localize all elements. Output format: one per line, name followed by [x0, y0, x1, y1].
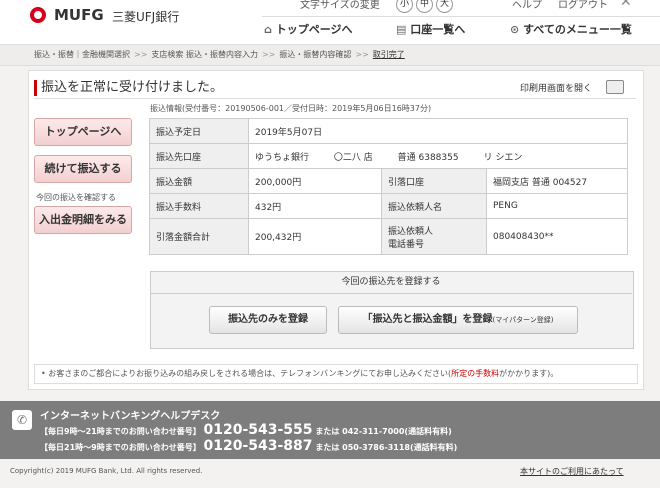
helpdesk-day-number[interactable]: 0120-543-555 — [204, 422, 313, 438]
helpdesk-row-day: 【毎日9時～21時までのお問い合わせ番号】 0120-543-555 または 0… — [40, 422, 452, 438]
requester-name-value: PENG — [486, 193, 628, 219]
notice-fee-link[interactable]: 所定の手数料 — [451, 369, 499, 378]
breadcrumb-step-2: 支店検索 振込・振替内容入力 — [151, 50, 258, 59]
requester-phone-label: 振込依頼人 電話番号 — [381, 218, 487, 255]
nav-accounts-label: 口座一覧へ — [410, 23, 466, 36]
logout-link[interactable]: ログアウト — [558, 0, 608, 11]
helpdesk-night-number[interactable]: 0120-543-887 — [204, 438, 313, 454]
register-dest-amount-label: 「振込先と振込金額」を登録 — [362, 314, 493, 325]
dest-name: リ シエン — [483, 152, 523, 163]
close-icon[interactable]: ✕ — [620, 0, 632, 10]
table-row: 引落金額合計 200,432円 振込依頼人 電話番号 080408430** — [149, 218, 628, 255]
mufg-logo-icon — [30, 7, 46, 23]
breadcrumb-step-3: 振込・振替内容確認 — [279, 50, 352, 59]
dest-bank: ゆうちょ銀行 — [255, 152, 310, 163]
dest-type: 普通 6388355 — [397, 152, 459, 163]
nav-top-label: トップページへ — [275, 23, 353, 36]
helpdesk-day-label: 【毎日9時～21時までのお問い合わせ番号】 — [40, 427, 201, 436]
phone-icon: ✆ — [12, 410, 32, 430]
register-dest-amount-button[interactable]: 「振込先と振込金額」を登録(マイパターン登録) — [338, 306, 578, 334]
top-page-button[interactable]: トップページへ — [34, 118, 132, 146]
amount-value: 200,000円 — [248, 168, 382, 194]
requester-name-label: 振込依頼人名 — [381, 193, 487, 219]
table-row: 振込予定日 2019年5月07日 — [149, 118, 628, 144]
printer-icon[interactable] — [606, 80, 624, 94]
print-link[interactable]: 印刷用画面を開く — [520, 81, 592, 94]
withdraw-account-value: 福岡支店 普通 004527 — [486, 168, 628, 194]
nav-accounts[interactable]: ▤ 口座一覧へ — [396, 18, 465, 42]
transfer-detail-table: 振込予定日 2019年5月07日 振込先口座 ゆうちょ銀行 〇二八 店 普通 6… — [149, 118, 628, 255]
requester-phone-label-line1: 振込依頼人 — [388, 226, 434, 237]
account-list-icon: ▤ — [396, 23, 407, 36]
font-size-label: 文字サイズの変更 — [300, 0, 380, 11]
table-row: 振込手数料 432円 振込依頼人名 PENG — [149, 193, 628, 219]
table-row: 振込先口座 ゆうちょ銀行 〇二八 店 普通 6388355 リ シエン — [149, 143, 628, 169]
statement-button[interactable]: 入出金明細をみる — [34, 206, 132, 234]
dest-account-label: 振込先口座 — [149, 143, 249, 169]
register-header: 今回の振込先を登録する — [150, 271, 632, 294]
transfer-info: 振込情報(受付番号：20190506-001／受付日時：2019年5月06日16… — [150, 104, 432, 113]
scheduled-date-label: 振込予定日 — [149, 118, 249, 144]
withdraw-account-label: 引落口座 — [381, 168, 487, 194]
nav-menu-label: すべてのメニュー一覧 — [523, 23, 632, 36]
register-dest-only-button[interactable]: 振込先のみを登録 — [209, 306, 327, 334]
breadcrumb: 振込・振替｜金融機関選択 >> 支店検索 振込・振替内容入力 >> 振込・振替内容確認 >… — [0, 44, 660, 66]
helpdesk-row-night: 【毎日21時～9時までのお問い合わせ番号】 0120-543-887 または 0… — [40, 438, 457, 454]
page-title: 振込を正常に受け付けました。 — [34, 80, 223, 96]
help-link[interactable]: ヘルプ — [512, 0, 542, 11]
bank-name: 三菱UFJ銀行 — [112, 10, 180, 24]
nav-all-menu[interactable]: ⊙ すべてのメニュー一覧 — [510, 18, 632, 42]
requester-phone-value: 080408430** — [486, 218, 628, 255]
amount-label: 振込金額 — [149, 168, 249, 194]
breadcrumb-step-1: 振込・振替｜金融機関選択 — [34, 50, 130, 59]
helpdesk-night-label: 【毎日21時～9時までのお問い合わせ番号】 — [40, 443, 201, 452]
register-dest-amount-sub: (マイパターン登録) — [492, 316, 554, 324]
logo-name: MUFG — [54, 6, 104, 24]
site-usage-link[interactable]: 本サイトのご利用にあたって — [520, 466, 624, 477]
copyright: Copyright(c) 2019 MUFG Bank, Ltd. All ri… — [10, 467, 203, 475]
total-value: 200,432円 — [248, 218, 382, 255]
home-icon: ⌂ — [264, 23, 272, 36]
confirm-note: 今回の振込を確認する — [36, 193, 116, 202]
total-label: 引落金額合計 — [149, 218, 249, 255]
notice-box: • お客さまのご都合によりお振り込みの組み戻しをされる場合は、テレフォンバンキン… — [34, 364, 638, 384]
continue-transfer-button[interactable]: 続けて振込する — [34, 155, 132, 183]
nav-top-page[interactable]: ⌂ トップページへ — [264, 18, 353, 42]
table-row: 振込金額 200,000円 引落口座 福岡支店 普通 004527 — [149, 168, 628, 194]
requester-phone-label-line2: 電話番号 — [388, 239, 425, 250]
divider — [34, 98, 636, 99]
notice-text-2: がかかります)。 — [499, 369, 559, 378]
helpdesk-title: インターネットバンキングヘルプデスク — [40, 411, 221, 422]
dest-branch: 〇二八 店 — [333, 152, 373, 163]
fee-value: 432円 — [248, 193, 382, 219]
fee-label: 振込手数料 — [149, 193, 249, 219]
breadcrumb-step-current: 取引完了 — [372, 50, 405, 59]
helpdesk-day-alt: または 042-311-7000(通話料有料) — [315, 427, 452, 436]
helpdesk-night-alt: または 050-3786-3118(通話料有料) — [315, 443, 458, 452]
menu-chevron-icon: ⊙ — [510, 23, 520, 36]
scheduled-date-value: 2019年5月07日 — [248, 118, 628, 144]
dest-account-value: ゆうちょ銀行 〇二八 店 普通 6388355 リ シエン — [248, 143, 628, 169]
notice-text-1: • お客さまのご都合によりお振り込みの組み戻しをされる場合は、テレフォンバンキン… — [41, 369, 452, 378]
